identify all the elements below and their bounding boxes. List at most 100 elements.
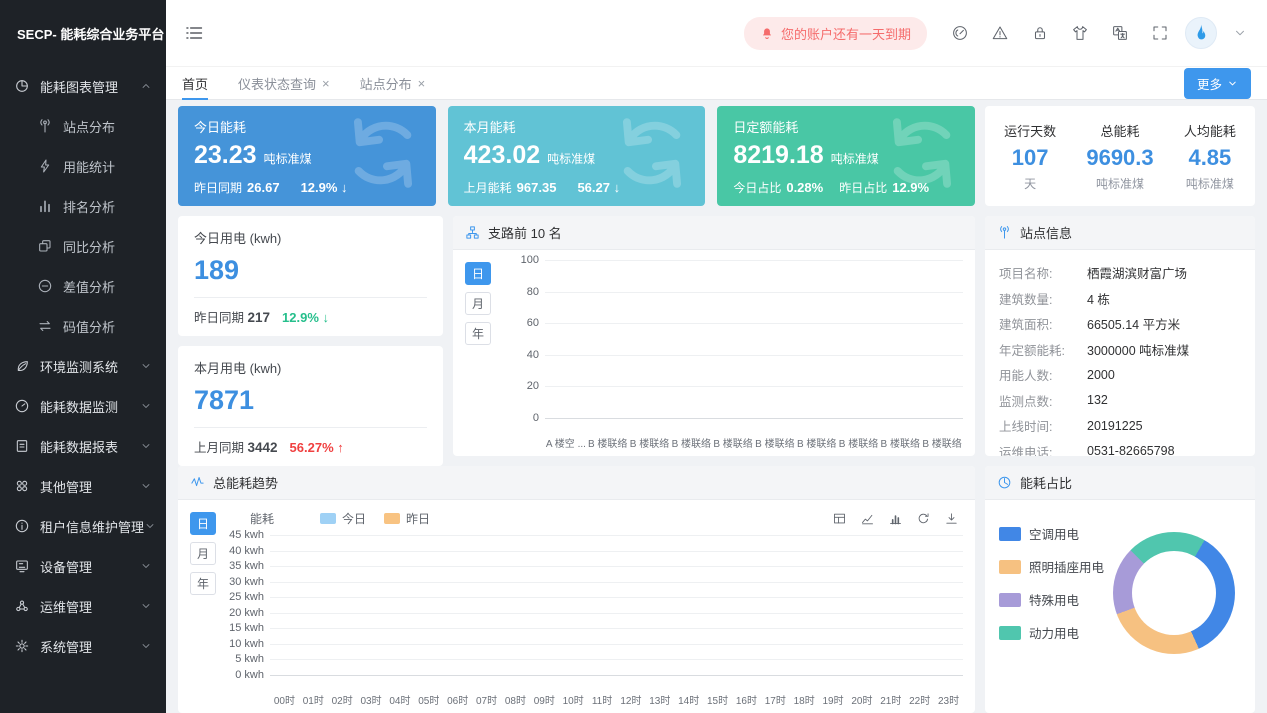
account-expiry-alert[interactable]: 您的账户还有一天到期 bbox=[744, 17, 927, 50]
tab-仪表状态查询[interactable]: 仪表状态查询× bbox=[238, 67, 330, 99]
site-info-label: 运维电话: bbox=[999, 442, 1087, 456]
sidebar-item[interactable]: 租户信息维护管理 bbox=[0, 506, 166, 546]
trend-chart: 能耗 今日昨日 45 kwh40 kwh35 kwh30 kwh25 kwh20… bbox=[224, 510, 963, 707]
trend-x-label: 15时 bbox=[703, 692, 732, 707]
sidebar-subitem[interactable]: 差值分析 bbox=[0, 266, 166, 306]
branch-x-label: B 楼联络 bbox=[921, 435, 963, 450]
site-info-label: 用能人数: bbox=[999, 365, 1087, 384]
site-info-value: 132 bbox=[1087, 393, 1108, 407]
sidebar-item[interactable]: 能耗数据报表 bbox=[0, 426, 166, 466]
lightning-icon bbox=[37, 158, 54, 174]
sidebar-subitem[interactable]: 用能统计 bbox=[0, 146, 166, 186]
collapse-menu-icon[interactable] bbox=[184, 23, 204, 43]
chevron-down-icon bbox=[144, 520, 156, 532]
y-tick-label: 40 kwh bbox=[224, 545, 264, 557]
trend-x-label: 13时 bbox=[645, 692, 674, 707]
bar-chart-icon[interactable] bbox=[888, 511, 903, 526]
dashboard-icon[interactable] bbox=[951, 24, 969, 42]
tab-close-icon[interactable]: × bbox=[418, 76, 426, 91]
trend-range-button-日[interactable]: 日 bbox=[190, 512, 216, 535]
tab-首页[interactable]: 首页 bbox=[182, 67, 208, 99]
site-info-value: 20191225 bbox=[1087, 419, 1143, 433]
y-tick-label: 20 bbox=[499, 380, 539, 392]
user-menu-chevron-icon[interactable] bbox=[1233, 26, 1247, 40]
more-button[interactable]: 更多 bbox=[1184, 68, 1251, 99]
pie-legend-item-空调用电[interactable]: 空调用电 bbox=[999, 524, 1104, 543]
summary-value: 4.85 bbox=[1184, 145, 1236, 171]
line-chart-icon[interactable] bbox=[860, 511, 875, 526]
branch-range-button-日[interactable]: 日 bbox=[465, 262, 491, 285]
branch-x-label: B 楼联络 bbox=[712, 435, 754, 450]
fullscreen-icon[interactable] bbox=[1151, 24, 1169, 42]
compare-icon bbox=[37, 238, 54, 254]
sidebar-subitem-label: 用能统计 bbox=[63, 157, 115, 176]
trend-x-label: 07时 bbox=[472, 692, 501, 707]
warning-icon[interactable] bbox=[991, 24, 1009, 42]
branch-x-label: A 楼空 ... bbox=[545, 435, 587, 450]
sidebar-item-label: 设备管理 bbox=[40, 557, 92, 576]
trend-x-label: 23时 bbox=[934, 692, 963, 707]
usage-panel: 本月用电 (kwh)7871上月同期 344256.27% ↑ bbox=[178, 346, 443, 466]
locale-icon[interactable] bbox=[1111, 24, 1129, 42]
branch-time-filter: 日月年 bbox=[465, 262, 491, 450]
summary-label: 总能耗 bbox=[1086, 121, 1153, 140]
y-tick-label: 0 kwh bbox=[224, 669, 264, 681]
site-info-row: 项目名称:栖霞湖滨财富广场 bbox=[999, 260, 1241, 286]
summary-unit: 吨标准煤 bbox=[1086, 175, 1153, 192]
site-info-value: 66505.14 平方米 bbox=[1087, 314, 1180, 333]
y-tick-label: 60 bbox=[499, 317, 539, 329]
sidebar-item[interactable]: 能耗图表管理 bbox=[0, 66, 166, 106]
refresh-icon[interactable] bbox=[916, 511, 931, 526]
site-info-value: 0531-82665798 bbox=[1087, 444, 1175, 456]
branch-range-button-月[interactable]: 月 bbox=[465, 292, 491, 315]
sidebar-item[interactable]: 系统管理 bbox=[0, 626, 166, 666]
sidebar-subitem[interactable]: 同比分析 bbox=[0, 226, 166, 266]
pie-legend-item-照明插座用电[interactable]: 照明插座用电 bbox=[999, 557, 1104, 576]
pie-legend-swatch bbox=[999, 560, 1021, 574]
pie-legend-item-动力用电[interactable]: 动力用电 bbox=[999, 623, 1104, 642]
chevron-up-icon bbox=[140, 80, 152, 92]
sidebar-item[interactable]: 其他管理 bbox=[0, 466, 166, 506]
sidebar-item-label: 能耗图表管理 bbox=[40, 77, 118, 96]
branch-plot: 100806040200 bbox=[545, 260, 963, 418]
header-icons bbox=[951, 24, 1169, 42]
trend-x-label: 18时 bbox=[790, 692, 819, 707]
site-info-value: 2000 bbox=[1087, 368, 1115, 382]
sidebar-item[interactable]: 运维管理 bbox=[0, 586, 166, 626]
sidebar-item-label: 环境监测系统 bbox=[40, 357, 118, 376]
chevron-down-icon bbox=[140, 480, 152, 492]
leaf-icon bbox=[14, 358, 31, 374]
usage-title: 本月用电 (kwh) bbox=[194, 358, 427, 377]
y-tick-label: 35 kwh bbox=[224, 560, 264, 572]
legend-item-今日[interactable]: 今日 bbox=[320, 510, 366, 527]
site-info-value: 栖霞湖滨财富广场 bbox=[1087, 263, 1187, 282]
theme-icon[interactable] bbox=[1071, 24, 1089, 42]
site-info-label: 项目名称: bbox=[999, 263, 1087, 282]
usage-panel: 今日用电 (kwh)189昨日同期 21712.9% ↓ bbox=[178, 216, 443, 336]
lock-icon[interactable] bbox=[1031, 24, 1049, 42]
sidebar-item[interactable]: 环境监测系统 bbox=[0, 346, 166, 386]
summary-metric: 运行天数107天 bbox=[1004, 121, 1056, 192]
sidebar-subitem[interactable]: 排名分析 bbox=[0, 186, 166, 226]
y-tick-label: 45 kwh bbox=[224, 529, 264, 541]
pie-legend-item-特殊用电[interactable]: 特殊用电 bbox=[999, 590, 1104, 609]
branch-x-labels: A 楼空 ...B 楼联络B 楼联络B 楼联络B 楼联络B 楼联络B 楼联络B … bbox=[499, 435, 963, 450]
download-icon[interactable] bbox=[944, 511, 959, 526]
data-view-icon[interactable] bbox=[832, 511, 847, 526]
sidebar-subitem[interactable]: 站点分布 bbox=[0, 106, 166, 146]
sidebar-subitem[interactable]: 码值分析 bbox=[0, 306, 166, 346]
trend-x-label: 12时 bbox=[617, 692, 646, 707]
avatar[interactable] bbox=[1185, 17, 1217, 49]
branch-range-button-年[interactable]: 年 bbox=[465, 322, 491, 345]
trend-range-button-年[interactable]: 年 bbox=[190, 572, 216, 595]
sidebar-item[interactable]: 设备管理 bbox=[0, 546, 166, 586]
recycle-watermark-icon bbox=[879, 110, 965, 196]
trend-range-button-月[interactable]: 月 bbox=[190, 542, 216, 565]
site-info-rows: 项目名称:栖霞湖滨财富广场建筑数量:4 栋建筑面积:66505.14 平方米年定… bbox=[985, 250, 1255, 456]
legend-item-昨日[interactable]: 昨日 bbox=[384, 510, 430, 527]
tab-站点分布[interactable]: 站点分布× bbox=[360, 67, 426, 99]
sidebar-item[interactable]: 能耗数据监测 bbox=[0, 386, 166, 426]
site-info-label: 建筑数量: bbox=[999, 289, 1087, 308]
tab-close-icon[interactable]: × bbox=[322, 76, 330, 91]
summary-label: 运行天数 bbox=[1004, 121, 1056, 140]
